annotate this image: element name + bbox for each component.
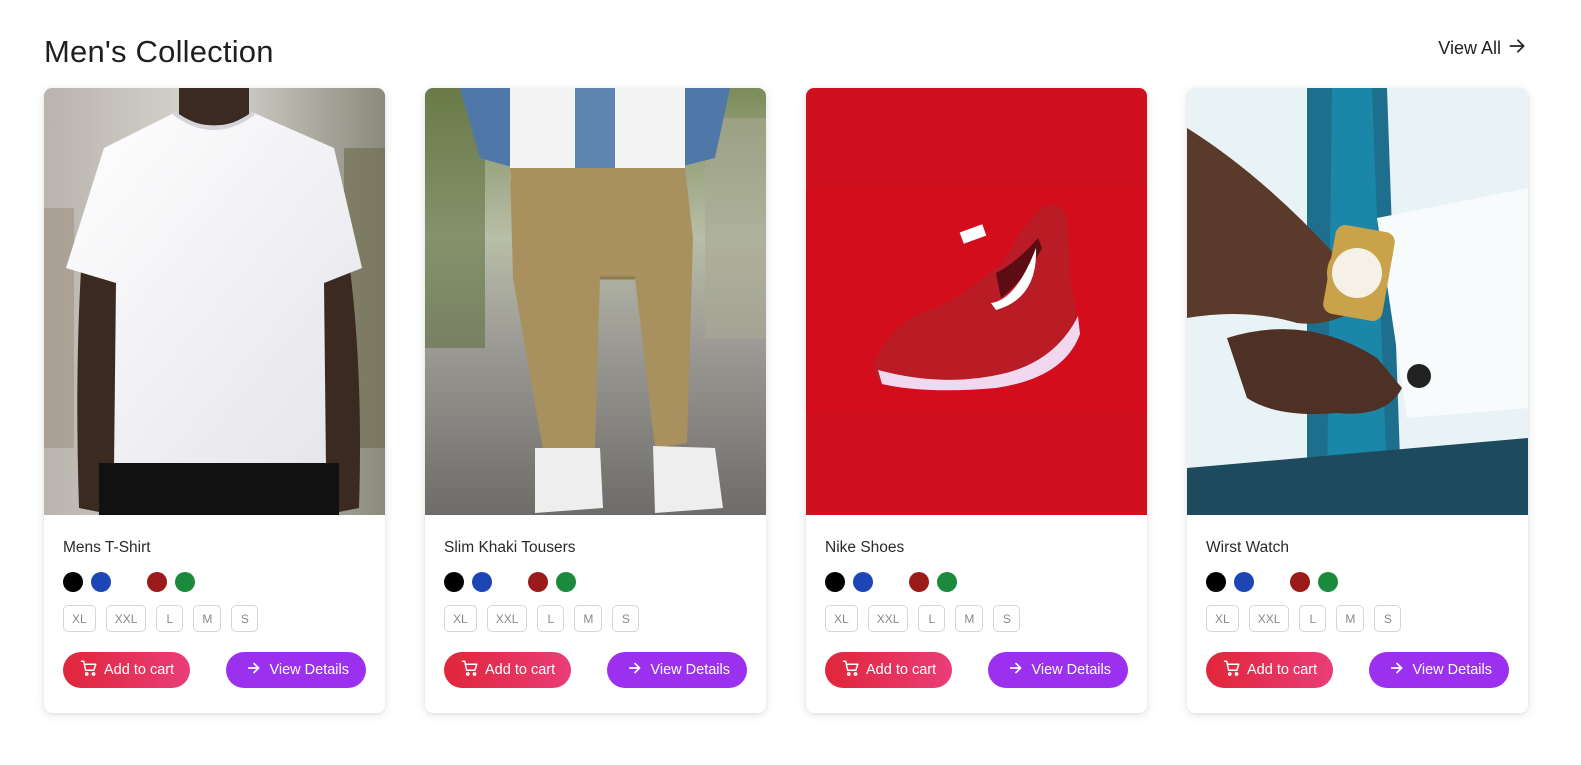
- add-to-cart-label: Add to cart: [485, 662, 556, 678]
- view-details-button[interactable]: View Details: [607, 652, 747, 688]
- color-swatch-red[interactable]: [909, 572, 929, 592]
- arrow-right-icon: [1007, 659, 1025, 681]
- color-swatch-black[interactable]: [63, 572, 83, 592]
- color-options: [1206, 572, 1509, 592]
- product-image-nike-shoes[interactable]: [806, 88, 1147, 515]
- size-options: XL XXL L M S: [825, 605, 1128, 632]
- view-details-label: View Details: [269, 662, 349, 678]
- product-card: Mens T-Shirt XL XXL L M S Add to cart Vi…: [44, 88, 385, 713]
- color-swatch-white[interactable]: [1262, 572, 1282, 592]
- cart-icon: [461, 659, 479, 681]
- add-to-cart-label: Add to cart: [1247, 662, 1318, 678]
- section-title: Men's Collection: [44, 34, 274, 69]
- size-option-l[interactable]: L: [156, 605, 184, 632]
- color-swatch-red[interactable]: [147, 572, 167, 592]
- size-option-s[interactable]: S: [231, 605, 259, 632]
- size-option-s[interactable]: S: [1374, 605, 1402, 632]
- add-to-cart-button[interactable]: Add to cart: [63, 652, 191, 688]
- size-options: XL XXL L M S: [63, 605, 366, 632]
- color-options: [825, 572, 1128, 592]
- size-option-xl[interactable]: XL: [444, 605, 477, 632]
- view-details-label: View Details: [1031, 662, 1111, 678]
- color-swatch-blue[interactable]: [1234, 572, 1254, 592]
- color-swatch-white[interactable]: [500, 572, 520, 592]
- size-option-xxl[interactable]: XXL: [1248, 605, 1290, 632]
- size-option-xxl[interactable]: XXL: [486, 605, 528, 632]
- color-options: [444, 572, 747, 592]
- add-to-cart-button[interactable]: Add to cart: [1206, 652, 1334, 688]
- view-all-label: View All: [1438, 38, 1501, 58]
- size-options: XL XXL L M S: [1206, 605, 1509, 632]
- size-options: XL XXL L M S: [444, 605, 747, 632]
- product-image-wrist-watch[interactable]: [1187, 88, 1528, 515]
- product-name: Mens T-Shirt: [63, 539, 151, 556]
- color-options: [63, 572, 366, 592]
- view-details-button[interactable]: View Details: [1369, 652, 1509, 688]
- add-to-cart-label: Add to cart: [104, 662, 175, 678]
- product-name: Nike Shoes: [825, 539, 905, 556]
- arrow-right-icon: [1507, 36, 1527, 61]
- size-option-m[interactable]: M: [955, 605, 984, 632]
- cart-icon: [1223, 659, 1241, 681]
- view-details-label: View Details: [650, 662, 730, 678]
- color-swatch-green[interactable]: [937, 572, 957, 592]
- product-card: Slim Khaki Tousers XL XXL L M S Add to c…: [425, 88, 766, 713]
- product-image-tshirt[interactable]: [44, 88, 385, 515]
- size-option-s[interactable]: S: [993, 605, 1021, 632]
- view-details-label: View Details: [1412, 662, 1492, 678]
- size-option-l[interactable]: L: [1299, 605, 1327, 632]
- cart-icon: [80, 659, 98, 681]
- size-option-m[interactable]: M: [193, 605, 222, 632]
- add-to-cart-button[interactable]: Add to cart: [444, 652, 572, 688]
- color-swatch-blue[interactable]: [472, 572, 492, 592]
- color-swatch-red[interactable]: [1290, 572, 1310, 592]
- size-option-xl[interactable]: XL: [1206, 605, 1239, 632]
- size-option-l[interactable]: L: [537, 605, 565, 632]
- color-swatch-white[interactable]: [119, 572, 139, 592]
- color-swatch-black[interactable]: [825, 572, 845, 592]
- size-option-xxl[interactable]: XXL: [867, 605, 909, 632]
- product-name: Wirst Watch: [1206, 539, 1289, 556]
- size-option-s[interactable]: S: [612, 605, 640, 632]
- color-swatch-blue[interactable]: [853, 572, 873, 592]
- color-swatch-green[interactable]: [556, 572, 576, 592]
- section-header: Men's Collection View All: [44, 30, 1527, 74]
- color-swatch-red[interactable]: [528, 572, 548, 592]
- view-details-button[interactable]: View Details: [226, 652, 366, 688]
- cart-icon: [842, 659, 860, 681]
- product-image-khaki-trousers[interactable]: [425, 88, 766, 515]
- add-to-cart-button[interactable]: Add to cart: [825, 652, 953, 688]
- size-option-m[interactable]: M: [574, 605, 603, 632]
- product-grid: Mens T-Shirt XL XXL L M S Add to cart Vi…: [44, 88, 1528, 713]
- color-swatch-green[interactable]: [175, 572, 195, 592]
- product-name: Slim Khaki Tousers: [444, 539, 576, 556]
- arrow-right-icon: [626, 659, 644, 681]
- view-details-button[interactable]: View Details: [988, 652, 1128, 688]
- size-option-l[interactable]: L: [918, 605, 946, 632]
- size-option-xxl[interactable]: XXL: [105, 605, 147, 632]
- color-swatch-green[interactable]: [1318, 572, 1338, 592]
- color-swatch-blue[interactable]: [91, 572, 111, 592]
- color-swatch-black[interactable]: [444, 572, 464, 592]
- color-swatch-white[interactable]: [881, 572, 901, 592]
- size-option-xl[interactable]: XL: [825, 605, 858, 632]
- arrow-right-icon: [245, 659, 263, 681]
- color-swatch-black[interactable]: [1206, 572, 1226, 592]
- size-option-xl[interactable]: XL: [63, 605, 96, 632]
- add-to-cart-label: Add to cart: [866, 662, 937, 678]
- product-card: Nike Shoes XL XXL L M S Add to cart View…: [806, 88, 1147, 713]
- product-card: Wirst Watch XL XXL L M S Add to cart Vie…: [1187, 88, 1528, 713]
- size-option-m[interactable]: M: [1336, 605, 1365, 632]
- arrow-right-icon: [1388, 659, 1406, 681]
- view-all-link[interactable]: View All: [1438, 36, 1527, 61]
